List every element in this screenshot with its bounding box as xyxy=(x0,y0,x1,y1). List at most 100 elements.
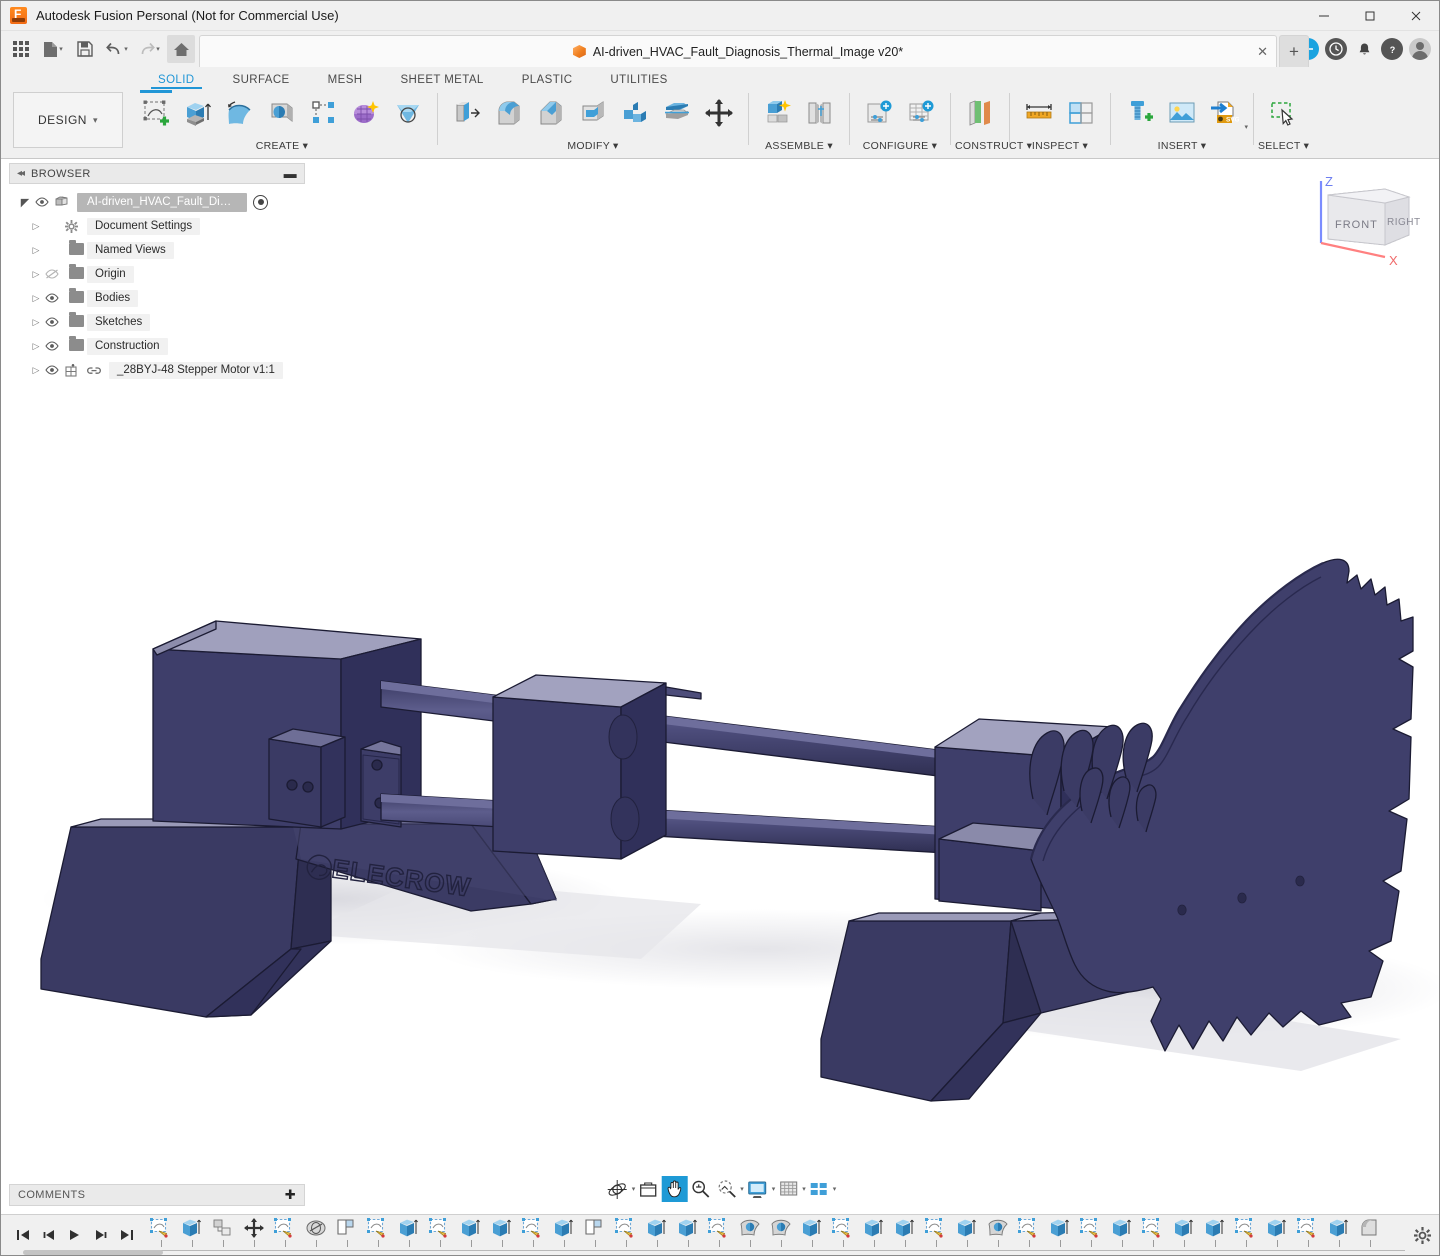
ribbon-tab-mesh[interactable]: MESH xyxy=(309,74,382,89)
new-document-icon[interactable]: ▾ xyxy=(39,35,67,63)
timeline-feature-extrude[interactable] xyxy=(796,1218,827,1252)
timeline-feature-revolve[interactable] xyxy=(765,1218,796,1252)
timeline-feature-extrude[interactable] xyxy=(672,1218,703,1252)
viewport-layout-icon[interactable] xyxy=(806,1176,832,1202)
expand-arrow-icon[interactable]: ▷ xyxy=(27,245,45,256)
timeline-feature-sketch[interactable] xyxy=(920,1218,951,1252)
section-analysis-icon[interactable] xyxy=(1061,93,1101,133)
tree-item-bodies[interactable]: ▷ Bodies xyxy=(9,286,305,310)
ribbon-tab-utilities[interactable]: UTILITIES xyxy=(591,74,686,89)
visibility-eye-icon[interactable] xyxy=(45,341,65,351)
chamfer-icon[interactable] xyxy=(531,93,571,133)
tree-item-stepper-motor[interactable]: ▷ _28BYJ-48 Stepper Motor v1:1 xyxy=(9,358,305,382)
insert-decal-icon[interactable] xyxy=(1162,93,1202,133)
document-tab[interactable]: AI-driven_HVAC_Fault_Diagnosis_Thermal_I… xyxy=(199,35,1277,67)
save-icon[interactable] xyxy=(71,35,99,63)
document-tab-close-icon[interactable]: ✕ xyxy=(1257,44,1268,60)
tree-item-named-views[interactable]: ▷ Named Views xyxy=(9,238,305,262)
measure-icon[interactable] xyxy=(1019,93,1059,133)
timeline-feature-sketch[interactable] xyxy=(1075,1218,1106,1252)
home-icon[interactable] xyxy=(167,35,195,63)
step-forward-button[interactable] xyxy=(89,1223,113,1247)
go-to-end-button[interactable] xyxy=(115,1223,139,1247)
timeline-feature-extrude[interactable] xyxy=(951,1218,982,1252)
tree-item-sketches[interactable]: ▷ Sketches xyxy=(9,310,305,334)
timeline-feature-sketch[interactable] xyxy=(610,1218,641,1252)
ribbon-group-assemble-label[interactable]: ASSEMBLE ▾ xyxy=(753,140,845,152)
pattern-icon[interactable] xyxy=(304,93,344,133)
configure-design-icon[interactable] xyxy=(859,93,899,133)
expand-arrow-icon[interactable]: ▷ xyxy=(27,365,45,376)
orbit-icon[interactable] xyxy=(604,1176,631,1202)
timeline-feature-sketch[interactable] xyxy=(1137,1218,1168,1252)
expand-arrow-icon[interactable]: ◤ xyxy=(15,196,35,209)
chevron-down-icon[interactable]: ▾ xyxy=(833,1185,837,1193)
expand-arrow-icon[interactable]: ▷ xyxy=(27,293,45,304)
timeline-feature-extrude[interactable] xyxy=(176,1218,207,1252)
revolve-icon[interactable] xyxy=(220,93,260,133)
timeline-feature-extrude[interactable] xyxy=(548,1218,579,1252)
ribbon-group-modify-label[interactable]: MODIFY ▾ xyxy=(442,140,744,152)
joint-icon[interactable] xyxy=(800,93,840,133)
timeline-feature-extrude[interactable] xyxy=(486,1218,517,1252)
visibility-eye-icon[interactable] xyxy=(45,317,65,327)
undo-icon[interactable]: ▾ xyxy=(103,35,131,63)
timeline-track[interactable] xyxy=(145,1215,1405,1256)
combine-icon[interactable] xyxy=(615,93,655,133)
extrude-icon[interactable] xyxy=(178,93,218,133)
timeline-feature-extrude[interactable] xyxy=(393,1218,424,1252)
tree-item-construction[interactable]: ▷ Construction xyxy=(9,334,305,358)
notifications-bell-icon[interactable] xyxy=(1353,38,1375,60)
timeline-settings-icon[interactable] xyxy=(1405,1227,1439,1244)
close-button[interactable] xyxy=(1393,1,1439,31)
fillet-icon[interactable] xyxy=(489,93,529,133)
configure-table-icon[interactable] xyxy=(901,93,941,133)
timeline-feature-extrude[interactable] xyxy=(1323,1218,1354,1252)
ribbon-tab-plastic[interactable]: PLASTIC xyxy=(503,74,592,89)
timeline-feature-sketch[interactable] xyxy=(1013,1218,1044,1252)
timeline-feature-extrude[interactable] xyxy=(455,1218,486,1252)
ribbon-group-select-label[interactable]: SELECT ▾ xyxy=(1258,140,1308,152)
timeline-feature-extrude[interactable] xyxy=(889,1218,920,1252)
timeline-feature-sketch[interactable] xyxy=(1292,1218,1323,1252)
expand-arrow-icon[interactable]: ▷ xyxy=(27,317,45,328)
move-copy-icon[interactable] xyxy=(699,93,739,133)
timeline-feature-sketch[interactable] xyxy=(145,1218,176,1252)
visibility-eye-icon[interactable] xyxy=(35,197,55,207)
timeline-feature-sketch[interactable] xyxy=(269,1218,300,1252)
tree-item-origin[interactable]: ▷ Origin xyxy=(9,262,305,286)
timeline-feature-sketch[interactable] xyxy=(703,1218,734,1252)
expand-arrow-icon[interactable]: ▷ xyxy=(27,269,45,280)
timeline-feature-extrude[interactable] xyxy=(1168,1218,1199,1252)
select-window-icon[interactable] xyxy=(1263,93,1303,133)
display-settings-icon[interactable] xyxy=(744,1176,771,1202)
expand-arrow-icon[interactable]: ▷ xyxy=(27,221,45,232)
zoom-icon[interactable] xyxy=(687,1176,713,1202)
ribbon-group-construct-label[interactable]: CONSTRUCT ▾ xyxy=(955,140,1005,152)
timeline-feature-extrude[interactable] xyxy=(1199,1218,1230,1252)
help-icon[interactable]: ? xyxy=(1381,38,1403,60)
app-grid-icon[interactable] xyxy=(7,35,35,63)
ribbon-tab-sheet-metal[interactable]: SHEET METAL xyxy=(381,74,502,89)
timeline-feature-revolve[interactable] xyxy=(982,1218,1013,1252)
grid-snaps-icon[interactable] xyxy=(775,1176,801,1202)
timeline-feature-sketch[interactable] xyxy=(424,1218,455,1252)
ribbon-group-insert-label[interactable]: INSERT ▾ xyxy=(1115,140,1249,152)
visibility-eye-icon[interactable] xyxy=(45,293,65,303)
ribbon-group-create-label[interactable]: CREATE ▾ xyxy=(131,140,433,152)
visibility-eye-icon[interactable] xyxy=(45,365,65,375)
timeline-feature-plane[interactable] xyxy=(579,1218,610,1252)
user-avatar[interactable] xyxy=(1409,38,1431,60)
step-back-button[interactable] xyxy=(37,1223,61,1247)
visibility-eye-off-icon[interactable] xyxy=(45,269,65,279)
comments-panel[interactable]: COMMENTS ✚ xyxy=(9,1184,305,1206)
look-at-icon[interactable] xyxy=(635,1176,661,1202)
minimize-button[interactable] xyxy=(1301,1,1347,31)
timeline-feature-component[interactable] xyxy=(207,1218,238,1252)
ribbon-tab-surface[interactable]: SURFACE xyxy=(214,74,309,89)
ribbon-group-configure-label[interactable]: CONFIGURE ▾ xyxy=(854,140,946,152)
timeline-feature-extrude[interactable] xyxy=(858,1218,889,1252)
cylinder-icon[interactable] xyxy=(388,93,428,133)
offset-plane-icon[interactable] xyxy=(960,93,1000,133)
recent-history-icon[interactable] xyxy=(1325,38,1347,60)
